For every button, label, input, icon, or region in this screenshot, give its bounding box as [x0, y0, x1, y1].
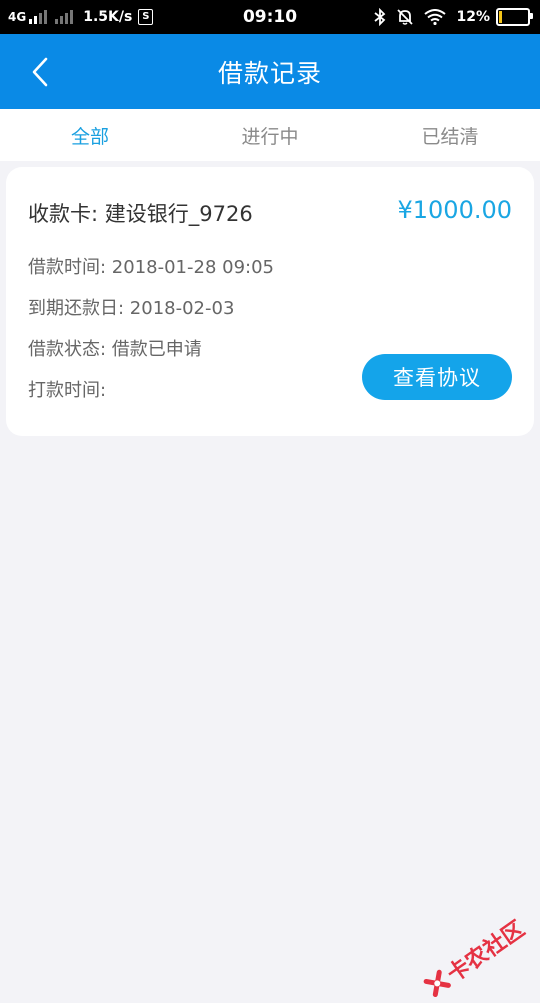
status-bar-right: 12% — [364, 0, 533, 34]
battery-percent: 12% — [456, 9, 490, 25]
wifi-icon — [424, 9, 447, 25]
tab-in-progress[interactable]: 进行中 — [180, 109, 360, 161]
receiving-card-label: 收款卡: 建设银行_9726 — [28, 202, 253, 226]
loan-status: 借款状态: 借款已申请 — [28, 339, 202, 360]
watermark-text: 卡农社区 — [442, 916, 530, 988]
loan-record-card[interactable]: 收款卡: 建设银行_9726 ¥1000.00 借款时间: 2018-01-28… — [6, 167, 534, 436]
tab-bar: 全部 进行中 已结清 — [0, 109, 540, 161]
tab-settled[interactable]: 已结清 — [360, 109, 540, 161]
alarm-off-icon — [396, 8, 414, 26]
watermark: 卡农社区 — [419, 912, 530, 1003]
loan-time: 借款时间: 2018-01-28 09:05 — [28, 257, 274, 278]
due-date: 到期还款日: 2018-02-03 — [28, 298, 235, 319]
battery-fill — [499, 11, 502, 23]
header-bar: 借款记录 — [0, 34, 540, 109]
page-title: 借款记录 — [217, 58, 322, 88]
payout-time: 打款时间: — [28, 380, 107, 401]
loan-amount: ¥1000.00 — [397, 196, 512, 224]
tab-all[interactable]: 全部 — [0, 109, 180, 161]
status-bar: 4G 1.5K/s S 09:10 12% — [0, 0, 540, 34]
battery-icon — [496, 8, 533, 26]
bluetooth-icon — [374, 8, 386, 26]
view-agreement-button[interactable]: 查看协议 — [362, 354, 512, 400]
